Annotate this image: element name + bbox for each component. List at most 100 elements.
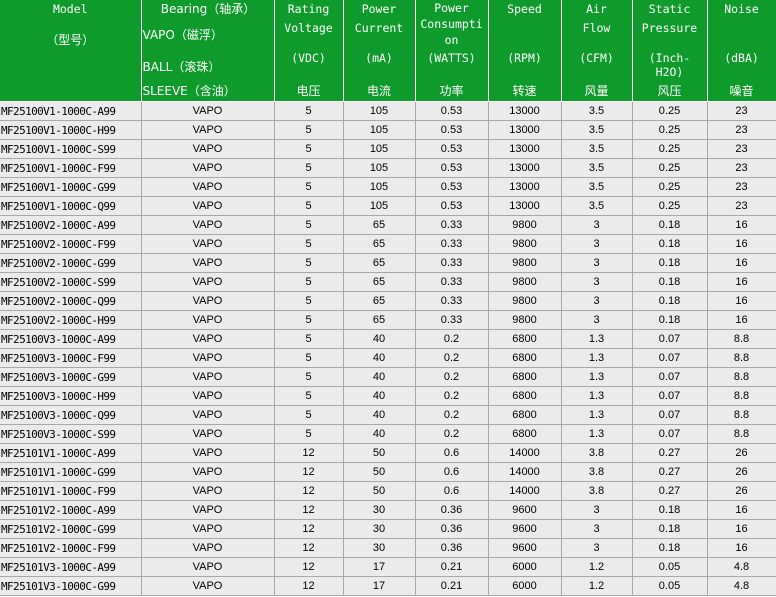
cell-voltage[interactable]: 5: [274, 234, 344, 254]
header-current[interactable]: Power Current (mA) 电流: [343, 0, 416, 102]
cell-model[interactable]: MF25100V3-1000C-F99: [0, 348, 142, 368]
cell-current[interactable]: 17: [343, 557, 416, 577]
cell-noise[interactable]: 16: [707, 272, 776, 292]
cell-speed[interactable]: 6800: [488, 424, 562, 444]
cell-voltage[interactable]: 5: [274, 139, 344, 159]
cell-pressure[interactable]: 0.25: [632, 177, 708, 197]
cell-speed[interactable]: 14000: [488, 443, 562, 463]
cell-model[interactable]: MF25100V1-1000C-G99: [0, 177, 142, 197]
cell-current[interactable]: 40: [343, 329, 416, 349]
cell-current[interactable]: 40: [343, 386, 416, 406]
cell-voltage[interactable]: 5: [274, 272, 344, 292]
cell-voltage[interactable]: 5: [274, 120, 344, 140]
cell-model[interactable]: MF25100V1-1000C-H99: [0, 120, 142, 140]
cell-power[interactable]: 0.2: [415, 329, 489, 349]
cell-voltage[interactable]: 12: [274, 462, 344, 482]
cell-bearing[interactable]: VAPO: [141, 576, 275, 596]
cell-voltage[interactable]: 5: [274, 291, 344, 311]
cell-bearing[interactable]: VAPO: [141, 462, 275, 482]
cell-bearing[interactable]: VAPO: [141, 500, 275, 520]
cell-airflow[interactable]: 3: [561, 215, 633, 235]
table-row[interactable]: MF25100V1-1000C-G99 VAPO 5 105 0.53 13000 3.5 0…: [0, 177, 776, 197]
cell-airflow[interactable]: 3.5: [561, 120, 633, 140]
cell-speed[interactable]: 9600: [488, 538, 562, 558]
cell-airflow[interactable]: 3.8: [561, 481, 633, 501]
table-row[interactable]: MF25100V2-1000C-Q99 VAPO 5 65 0.33 9800 3 0.18 1…: [0, 291, 776, 311]
cell-noise[interactable]: 23: [707, 158, 776, 178]
cell-current[interactable]: 50: [343, 462, 416, 482]
cell-noise[interactable]: 8.8: [707, 424, 776, 444]
cell-pressure[interactable]: 0.18: [632, 519, 708, 539]
cell-noise[interactable]: 16: [707, 519, 776, 539]
cell-voltage[interactable]: 5: [274, 253, 344, 273]
cell-airflow[interactable]: 1.3: [561, 329, 633, 349]
cell-current[interactable]: 40: [343, 424, 416, 444]
cell-current[interactable]: 40: [343, 348, 416, 368]
cell-bearing[interactable]: VAPO: [141, 291, 275, 311]
cell-bearing[interactable]: VAPO: [141, 519, 275, 539]
cell-power[interactable]: 0.33: [415, 234, 489, 254]
cell-pressure[interactable]: 0.27: [632, 462, 708, 482]
cell-current[interactable]: 30: [343, 538, 416, 558]
cell-speed[interactable]: 13000: [488, 158, 562, 178]
cell-airflow[interactable]: 3: [561, 272, 633, 292]
cell-bearing[interactable]: VAPO: [141, 386, 275, 406]
cell-noise[interactable]: 8.8: [707, 405, 776, 425]
header-model[interactable]: Model （型号）: [0, 0, 142, 102]
header-speed[interactable]: Speed (RPM) 转速: [488, 0, 562, 102]
cell-pressure[interactable]: 0.07: [632, 348, 708, 368]
cell-pressure[interactable]: 0.07: [632, 367, 708, 387]
table-row[interactable]: MF25101V2-1000C-G99 VAPO 12 30 0.36 9600 3 0.18…: [0, 519, 776, 539]
cell-pressure[interactable]: 0.07: [632, 386, 708, 406]
cell-noise[interactable]: 23: [707, 196, 776, 216]
cell-speed[interactable]: 9800: [488, 215, 562, 235]
cell-model[interactable]: MF25101V2-1000C-A99: [0, 500, 142, 520]
cell-bearing[interactable]: VAPO: [141, 272, 275, 292]
cell-power[interactable]: 0.33: [415, 310, 489, 330]
cell-model[interactable]: MF25100V3-1000C-G99: [0, 367, 142, 387]
table-row[interactable]: MF25100V3-1000C-H99 VAPO 5 40 0.2 6800 1.3 0.07…: [0, 386, 776, 406]
cell-speed[interactable]: 13000: [488, 177, 562, 197]
cell-speed[interactable]: 9600: [488, 500, 562, 520]
cell-speed[interactable]: 14000: [488, 462, 562, 482]
header-voltage[interactable]: Rating Voltage (VDC) 电压: [274, 0, 344, 102]
cell-speed[interactable]: 9800: [488, 234, 562, 254]
cell-bearing[interactable]: VAPO: [141, 367, 275, 387]
cell-bearing[interactable]: VAPO: [141, 310, 275, 330]
cell-airflow[interactable]: 3: [561, 253, 633, 273]
cell-pressure[interactable]: 0.25: [632, 196, 708, 216]
cell-voltage[interactable]: 5: [274, 424, 344, 444]
cell-power[interactable]: 0.2: [415, 386, 489, 406]
cell-speed[interactable]: 6800: [488, 386, 562, 406]
table-row[interactable]: MF25100V1-1000C-F99 VAPO 5 105 0.53 13000 3.5 0…: [0, 158, 776, 178]
cell-speed[interactable]: 13000: [488, 101, 562, 121]
cell-power[interactable]: 0.53: [415, 139, 489, 159]
cell-voltage[interactable]: 5: [274, 158, 344, 178]
cell-power[interactable]: 0.33: [415, 272, 489, 292]
cell-airflow[interactable]: 3.5: [561, 177, 633, 197]
cell-model[interactable]: MF25100V3-1000C-H99: [0, 386, 142, 406]
table-row[interactable]: MF25100V2-1000C-A99 VAPO 5 65 0.33 9800 3 0.18 1…: [0, 215, 776, 235]
cell-noise[interactable]: 23: [707, 101, 776, 121]
cell-bearing[interactable]: VAPO: [141, 158, 275, 178]
cell-power[interactable]: 0.53: [415, 196, 489, 216]
cell-voltage[interactable]: 12: [274, 538, 344, 558]
cell-bearing[interactable]: VAPO: [141, 177, 275, 197]
table-row[interactable]: MF25100V3-1000C-G99 VAPO 5 40 0.2 6800 1.3 0.07…: [0, 367, 776, 387]
cell-model[interactable]: MF25101V1-1000C-G99: [0, 462, 142, 482]
cell-pressure[interactable]: 0.05: [632, 557, 708, 577]
cell-model[interactable]: MF25100V2-1000C-A99: [0, 215, 142, 235]
cell-airflow[interactable]: 3: [561, 538, 633, 558]
cell-bearing[interactable]: VAPO: [141, 101, 275, 121]
table-row[interactable]: MF25101V2-1000C-F99 VAPO 12 30 0.36 9600 3 0.18…: [0, 538, 776, 558]
cell-pressure[interactable]: 0.18: [632, 500, 708, 520]
cell-current[interactable]: 65: [343, 234, 416, 254]
cell-noise[interactable]: 16: [707, 310, 776, 330]
cell-noise[interactable]: 4.8: [707, 576, 776, 596]
cell-voltage[interactable]: 5: [274, 310, 344, 330]
cell-voltage[interactable]: 12: [274, 481, 344, 501]
table-row[interactable]: MF25100V1-1000C-Q99 VAPO 5 105 0.53 13000 3.5 0…: [0, 196, 776, 216]
cell-noise[interactable]: 16: [707, 215, 776, 235]
table-row[interactable]: MF25101V1-1000C-G99 VAPO 12 50 0.6 14000 3.8 0.…: [0, 462, 776, 482]
cell-power[interactable]: 0.36: [415, 538, 489, 558]
